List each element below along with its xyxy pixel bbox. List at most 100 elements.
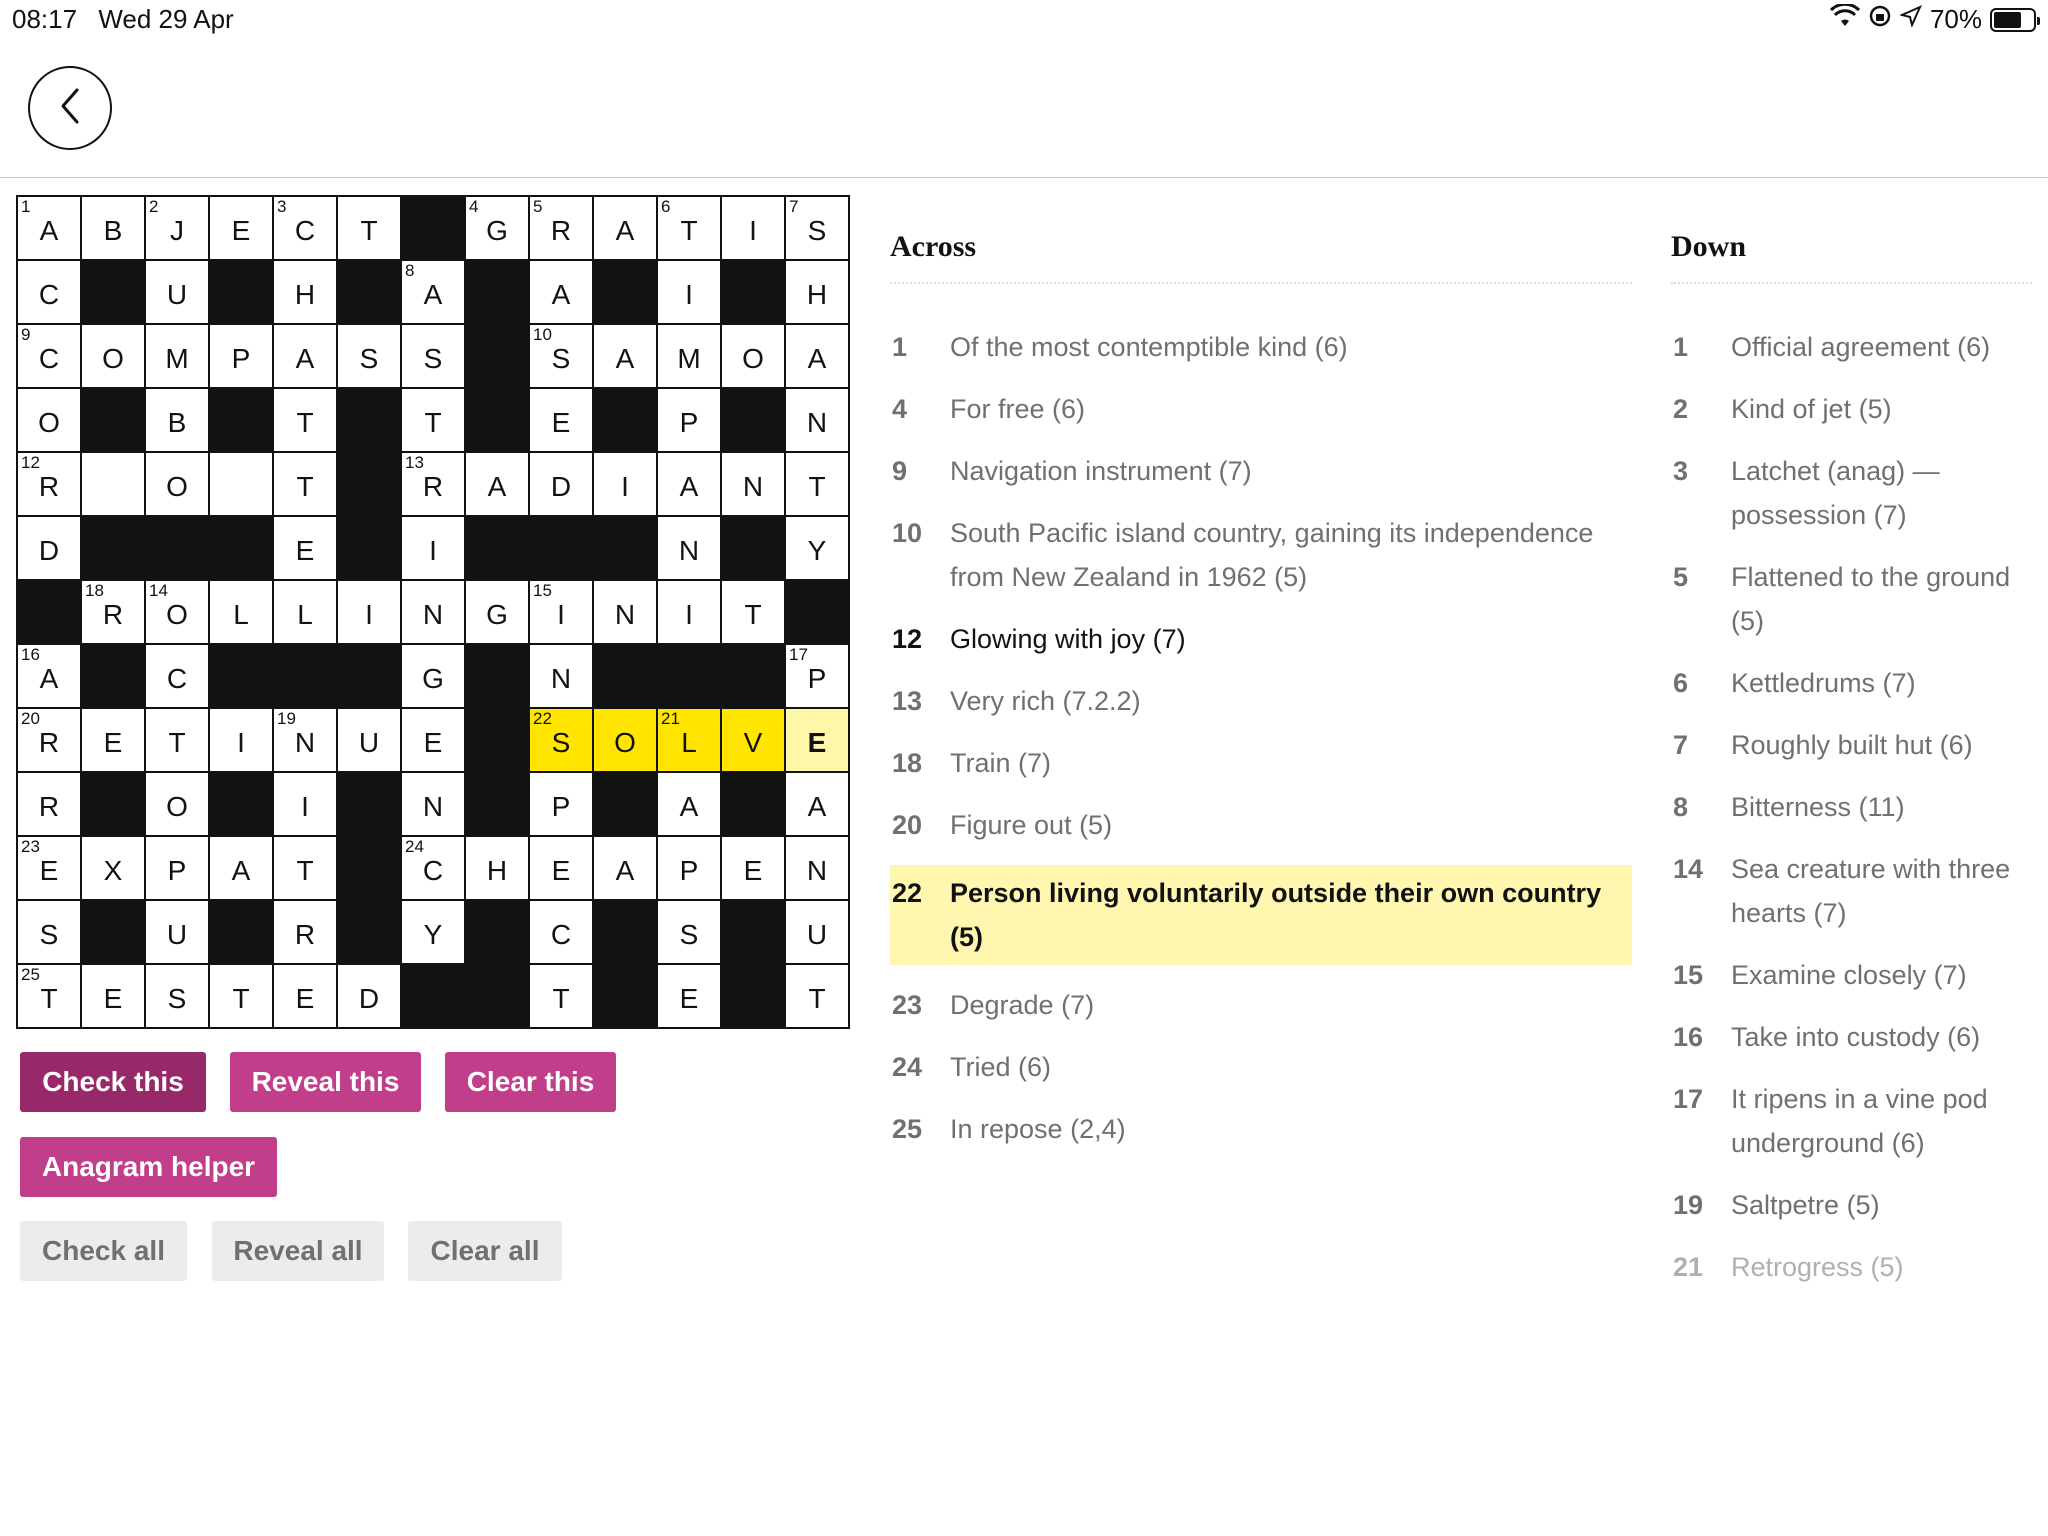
grid-cell[interactable]: A bbox=[658, 453, 720, 515]
grid-cell[interactable]: 21 L bbox=[658, 709, 720, 771]
grid-cell[interactable]: M bbox=[658, 325, 720, 387]
grid-cell[interactable]: I bbox=[402, 517, 464, 579]
grid-cell[interactable]: P bbox=[530, 773, 592, 835]
grid-cell[interactable]: T bbox=[786, 453, 848, 515]
grid-cell[interactable]: A bbox=[594, 837, 656, 899]
grid-cell[interactable]: L bbox=[210, 581, 272, 643]
across-clue[interactable]: 20 Figure out (5) bbox=[890, 803, 1632, 865]
grid-cell[interactable]: N bbox=[402, 581, 464, 643]
grid-cell[interactable]: N bbox=[402, 773, 464, 835]
grid-cell[interactable]: O bbox=[82, 325, 144, 387]
grid-cell[interactable]: O bbox=[146, 773, 208, 835]
grid-cell[interactable]: E bbox=[658, 965, 720, 1027]
grid-cell[interactable]: N bbox=[530, 645, 592, 707]
down-clue[interactable]: 6 Kettledrums (7) bbox=[1671, 661, 2032, 723]
grid-cell[interactable]: 19 N bbox=[274, 709, 336, 771]
grid-cell[interactable]: P bbox=[210, 325, 272, 387]
grid-cell[interactable]: 25 T bbox=[18, 965, 80, 1027]
check-all-button[interactable]: Check all bbox=[20, 1221, 187, 1281]
grid-cell[interactable]: E bbox=[530, 837, 592, 899]
down-clue[interactable]: 3 Latchet (anag) — possession (7) bbox=[1671, 449, 2032, 555]
grid-cell[interactable]: P bbox=[658, 837, 720, 899]
grid-cell[interactable]: E bbox=[82, 709, 144, 771]
grid-cell[interactable]: A bbox=[210, 837, 272, 899]
grid-cell[interactable]: R bbox=[18, 773, 80, 835]
grid-cell[interactable]: S bbox=[146, 965, 208, 1027]
grid-cell[interactable]: T bbox=[338, 197, 400, 259]
grid-cell[interactable]: A bbox=[786, 773, 848, 835]
grid-cell[interactable]: I bbox=[274, 773, 336, 835]
across-clue[interactable]: 23 Degrade (7) bbox=[890, 983, 1632, 1045]
grid-cell[interactable]: T bbox=[274, 389, 336, 451]
grid-cell[interactable]: S bbox=[18, 901, 80, 963]
grid-cell[interactable]: L bbox=[274, 581, 336, 643]
grid-cell[interactable]: D bbox=[338, 965, 400, 1027]
grid-cell[interactable]: I bbox=[594, 453, 656, 515]
grid-cell[interactable]: 5R bbox=[530, 197, 592, 259]
grid-cell[interactable]: T bbox=[274, 453, 336, 515]
grid-cell[interactable]: A bbox=[466, 453, 528, 515]
across-clue[interactable]: 10 South Pacific island country, gaining … bbox=[890, 511, 1632, 617]
grid-cell[interactable]: T bbox=[146, 709, 208, 771]
grid-cell[interactable]: C bbox=[18, 261, 80, 323]
down-clue[interactable]: 5 Flattened to the ground (5) bbox=[1671, 555, 2032, 661]
grid-cell[interactable]: 20 R bbox=[18, 709, 80, 771]
grid-cell[interactable]: C bbox=[530, 901, 592, 963]
grid-cell[interactable]: N bbox=[786, 389, 848, 451]
grid-cell[interactable]: E bbox=[274, 965, 336, 1027]
grid-cell[interactable]: G bbox=[402, 645, 464, 707]
grid-cell[interactable]: Y bbox=[402, 901, 464, 963]
grid-cell[interactable]: S bbox=[338, 325, 400, 387]
down-clue[interactable]: 19 Saltpetre (5) bbox=[1671, 1183, 2032, 1245]
grid-cell[interactable]: I bbox=[210, 709, 272, 771]
grid-cell[interactable]: I bbox=[658, 261, 720, 323]
grid-cell[interactable]: 23 E bbox=[18, 837, 80, 899]
across-clue[interactable]: 4 For free (6) bbox=[890, 387, 1632, 449]
grid-cell[interactable]: N bbox=[594, 581, 656, 643]
down-clue[interactable]: 7 Roughly built hut (6) bbox=[1671, 723, 2032, 785]
down-clue[interactable]: 21 Retrogress (5) bbox=[1671, 1245, 2032, 1307]
grid-cell[interactable]: T bbox=[402, 389, 464, 451]
grid-cell[interactable]: I bbox=[338, 581, 400, 643]
reveal-this-button[interactable]: Reveal this bbox=[230, 1052, 421, 1112]
grid-cell[interactable]: S bbox=[658, 901, 720, 963]
grid-cell[interactable]: A bbox=[786, 325, 848, 387]
grid-cell[interactable]: V bbox=[722, 709, 784, 771]
grid-cell[interactable]: H bbox=[274, 261, 336, 323]
grid-cell[interactable]: N bbox=[658, 517, 720, 579]
grid-cell[interactable]: D bbox=[530, 453, 592, 515]
crossword-grid[interactable]: 1 A B 2 J E 3 C T 4 G 5 R A 6 T I 7 S C U H 8 A A I H 9 C O M P A S S 10 S A M… bbox=[16, 195, 850, 1029]
grid-cell[interactable]: M bbox=[146, 325, 208, 387]
grid-cell[interactable]: E bbox=[722, 837, 784, 899]
down-clue[interactable]: 1 Official agreement (6) bbox=[1671, 325, 2032, 387]
grid-cell[interactable]: I bbox=[658, 581, 720, 643]
grid-cell[interactable]: T bbox=[274, 837, 336, 899]
down-clue[interactable]: 14 Sea creature with three hearts (7) bbox=[1671, 847, 2032, 953]
grid-cell[interactable]: 13 R bbox=[402, 453, 464, 515]
grid-cell[interactable]: E bbox=[210, 197, 272, 259]
grid-cell[interactable]: R bbox=[274, 901, 336, 963]
grid-cell[interactable]: T bbox=[210, 965, 272, 1027]
grid-cell[interactable]: O bbox=[722, 325, 784, 387]
grid-cell[interactable]: C bbox=[146, 645, 208, 707]
grid-cell[interactable]: 15 I bbox=[530, 581, 592, 643]
grid-cell[interactable]: E bbox=[402, 709, 464, 771]
grid-cell[interactable]: A bbox=[530, 261, 592, 323]
grid-cell[interactable]: 4G bbox=[466, 197, 528, 259]
across-clue[interactable]: 25 In repose (2,4) bbox=[890, 1107, 1632, 1169]
grid-cell[interactable]: E bbox=[786, 709, 848, 771]
across-clue[interactable]: 12 Glowing with joy (7) bbox=[890, 617, 1632, 679]
grid-cell[interactable]: 3C bbox=[274, 197, 336, 259]
grid-cell[interactable]: 8A bbox=[402, 261, 464, 323]
grid-cell[interactable]: A bbox=[274, 325, 336, 387]
grid-cell[interactable]: 6T bbox=[658, 197, 720, 259]
down-clue[interactable]: 8 Bitterness (11) bbox=[1671, 785, 2032, 847]
across-clue[interactable]: 1 Of the most contemptible kind (6) bbox=[890, 325, 1632, 387]
across-clue[interactable]: 13 Very rich (7.2.2) bbox=[890, 679, 1632, 741]
grid-cell[interactable]: U bbox=[338, 709, 400, 771]
grid-cell[interactable]: 16 A bbox=[18, 645, 80, 707]
grid-cell[interactable]: 2J bbox=[146, 197, 208, 259]
grid-cell[interactable]: Y bbox=[786, 517, 848, 579]
grid-cell[interactable]: 17 P bbox=[786, 645, 848, 707]
grid-cell[interactable]: D bbox=[18, 517, 80, 579]
